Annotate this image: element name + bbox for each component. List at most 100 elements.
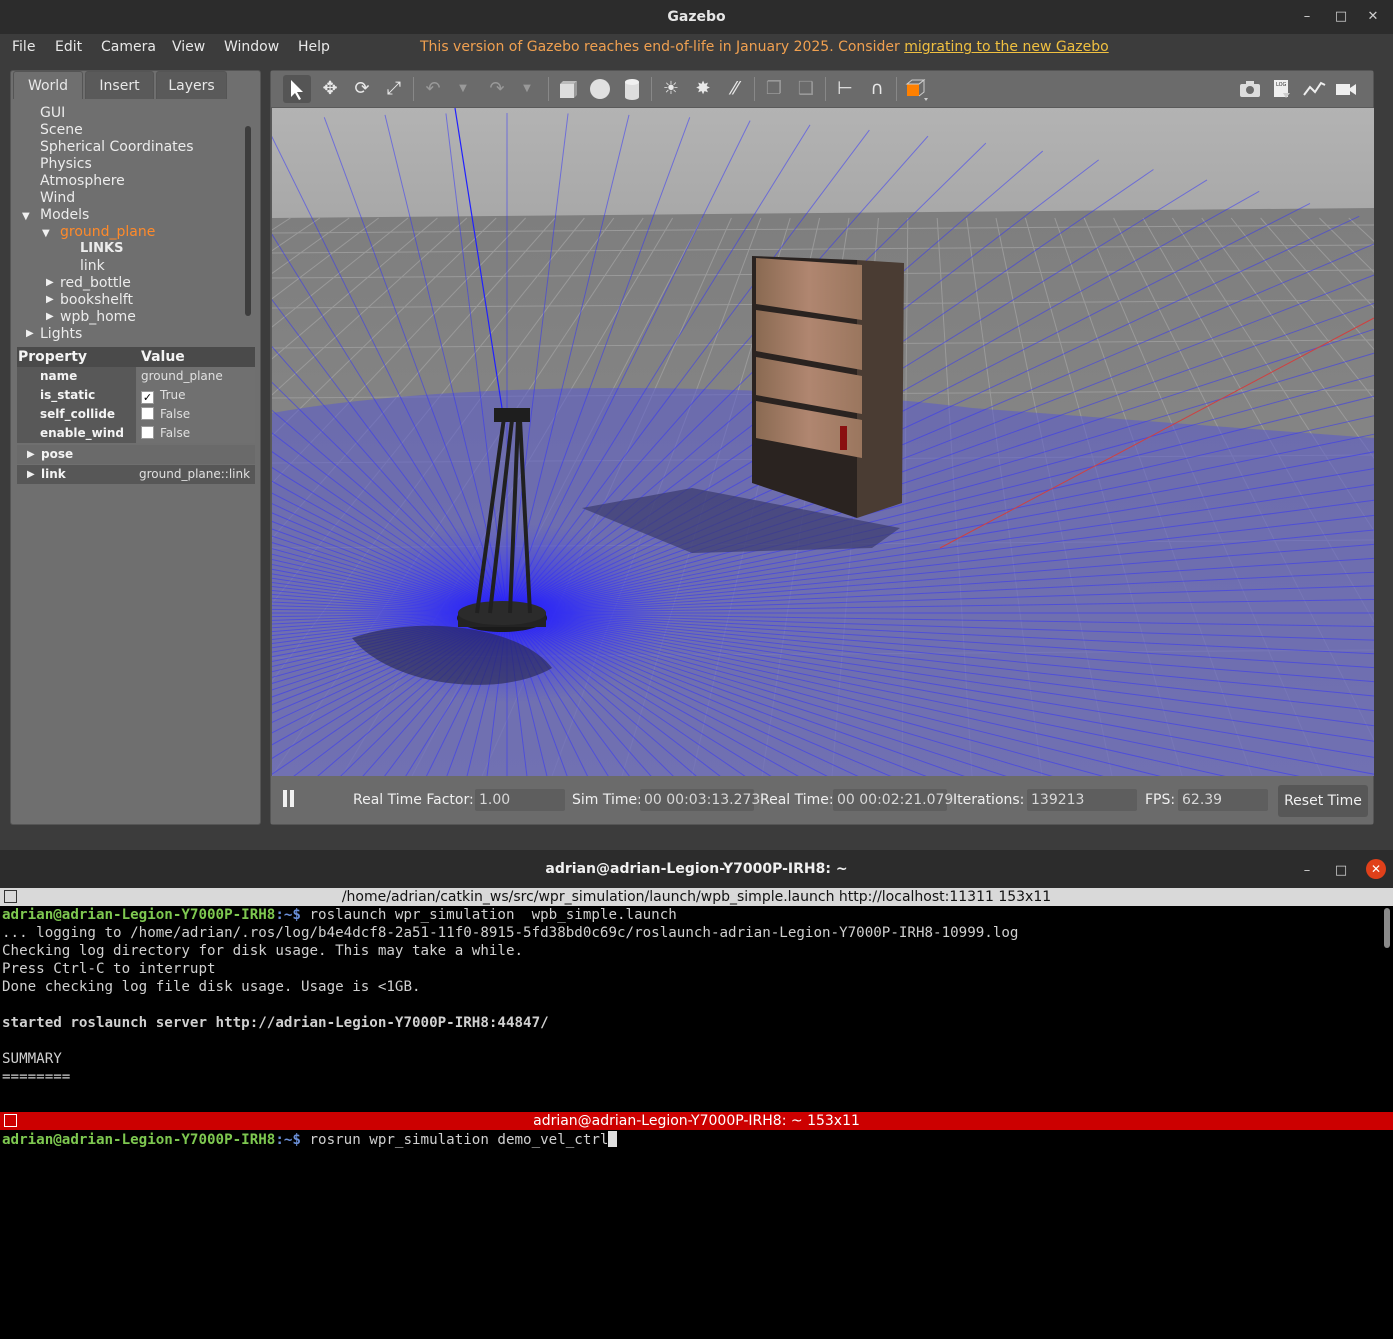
tab-layers[interactable]: Layers (156, 71, 227, 99)
menu-camera[interactable]: Camera (101, 39, 156, 55)
cylinder-shape-icon[interactable] (618, 75, 646, 103)
sphere-shape-icon[interactable] (586, 75, 614, 103)
terminal-pane-top[interactable]: adrian@adrian-Legion-Y7000P-IRH8:~$ rosl… (0, 906, 1383, 1110)
tree-ground-plane[interactable]: ground_plane (60, 224, 155, 240)
tree-physics[interactable]: Physics (40, 156, 92, 172)
tree-wpb-home[interactable]: wpb_home (60, 309, 136, 325)
bookshelf[interactable] (752, 256, 904, 518)
scene-viewport[interactable] (272, 108, 1374, 776)
prop-key: enable_wind (17, 424, 136, 443)
tree-bookshelft[interactable]: bookshelft (60, 292, 133, 308)
rtf-label: Real Time Factor: (353, 792, 474, 808)
iterations-label: Iterations: (953, 792, 1025, 808)
maximize-icon[interactable]: □ (1332, 862, 1350, 880)
world-tree: GUI Scene Spherical Coordinates Physics … (11, 99, 262, 344)
point-light-icon[interactable]: ☀ (657, 75, 685, 103)
prompt-user: adrian@adrian-Legion-Y7000P-IRH8 (2, 907, 276, 923)
prop-value: True (160, 388, 186, 402)
tab-world[interactable]: World (13, 71, 83, 99)
tree-red-bottle[interactable]: red_bottle (60, 275, 131, 291)
expand-arrow-right-icon[interactable]: ▶ (46, 311, 54, 322)
pane-menu-icon[interactable] (4, 1114, 17, 1127)
pane-menu-icon[interactable] (4, 890, 17, 903)
undo-icon[interactable]: ↶ (419, 75, 447, 103)
eol-notice: This version of Gazebo reaches end-of-li… (420, 39, 1109, 55)
redo-dropdown-icon[interactable]: ▼ (513, 75, 541, 103)
menu-edit[interactable]: Edit (55, 39, 82, 55)
checkbox-checked[interactable]: ✓ (141, 391, 154, 404)
property-header: Property Value (17, 347, 255, 367)
minimize-icon[interactable]: – (1298, 862, 1316, 880)
expand-arrow-right-icon[interactable]: ▶ (27, 469, 35, 480)
sky (272, 108, 1374, 218)
terminal-line: ... logging to /home/adrian/.ros/log/b4e… (2, 925, 1019, 941)
close-icon[interactable]: ✕ (1366, 859, 1386, 879)
checkbox-unchecked[interactable] (141, 426, 154, 439)
select-mode-icon[interactable] (283, 75, 311, 103)
tree-scene[interactable]: Scene (40, 122, 83, 138)
sim-time-label: Sim Time: (572, 792, 642, 808)
terminal-title-bar: adrian@adrian-Legion-Y7000P-IRH8: ~ (0, 850, 1393, 888)
view-angle-icon[interactable] (902, 75, 930, 103)
terminal-line: Press Ctrl-C to interrupt (2, 961, 216, 977)
video-record-icon[interactable] (1332, 75, 1360, 103)
directional-light-icon[interactable]: ⁄⁄ (721, 75, 749, 103)
prop-row-link[interactable]: ▶ link ground_plane::link (17, 465, 255, 484)
screenshot-icon[interactable] (1236, 75, 1264, 103)
plot-icon[interactable] (1300, 75, 1328, 103)
snap-icon[interactable]: ∩ (863, 75, 891, 103)
tree-wind[interactable]: Wind (40, 190, 75, 206)
expand-arrow-down-icon[interactable]: ▼ (42, 228, 50, 239)
undo-dropdown-icon[interactable]: ▼ (449, 75, 477, 103)
menu-view[interactable]: View (172, 39, 205, 55)
redo-icon[interactable]: ↷ (483, 75, 511, 103)
expand-arrow-right-icon[interactable]: ▶ (26, 328, 34, 339)
tree-scrollbar[interactable] (245, 126, 251, 316)
expand-arrow-right-icon[interactable]: ▶ (27, 449, 35, 460)
terminal-pane-bottom[interactable]: adrian@adrian-Legion-Y7000P-IRH8:~$ rosr… (0, 1130, 1393, 1339)
log-icon[interactable]: LOG (1268, 75, 1296, 103)
expand-arrow-right-icon[interactable]: ▶ (46, 294, 54, 305)
maximize-icon[interactable]: □ (1332, 8, 1350, 26)
reset-time-button[interactable]: Reset Time (1278, 785, 1368, 817)
close-icon[interactable]: ✕ (1364, 8, 1382, 26)
render-panel: ✥ ⟳ ⤢ ↶ ▼ ↷ ▼ ☀ ✸ ⁄⁄ ❐ ❑ ⊢ ∩ LOG Real Ti… (270, 70, 1374, 825)
expand-arrow-right-icon[interactable]: ▶ (46, 277, 54, 288)
terminal-line: adrian@adrian-Legion-Y7000P-IRH8:~$ rosr… (2, 1131, 618, 1148)
prop-key: pose (41, 447, 74, 461)
box-shape-icon[interactable] (554, 75, 582, 103)
eol-link[interactable]: migrating to the new Gazebo (904, 39, 1109, 55)
tree-link[interactable]: link (80, 258, 105, 274)
copy-icon[interactable]: ❐ (760, 75, 788, 103)
tree-spherical[interactable]: Spherical Coordinates (40, 139, 194, 155)
pause-icon[interactable] (281, 790, 297, 808)
prop-row-pose[interactable]: ▶ pose (17, 445, 255, 464)
terminal-line: Checking log directory for disk usage. T… (2, 943, 524, 959)
tree-models[interactable]: Models (40, 207, 89, 223)
tree-gui[interactable]: GUI (40, 105, 65, 121)
rotate-mode-icon[interactable]: ⟳ (348, 75, 376, 103)
spot-light-icon[interactable]: ✸ (689, 75, 717, 103)
tree-atmosphere[interactable]: Atmosphere (40, 173, 125, 189)
translate-mode-icon[interactable]: ✥ (316, 75, 344, 103)
prop-value[interactable]: ground_plane (137, 367, 255, 386)
scale-mode-icon[interactable]: ⤢ (380, 75, 408, 103)
paste-icon[interactable]: ❑ (792, 75, 820, 103)
red-bottle[interactable] (840, 426, 847, 450)
window-title: Gazebo (667, 9, 726, 25)
checkbox-unchecked[interactable] (141, 407, 154, 420)
menu-file[interactable]: File (12, 39, 35, 55)
minimize-icon[interactable]: – (1298, 8, 1316, 26)
eol-text: This version of Gazebo reaches end-of-li… (420, 39, 905, 55)
expand-arrow-down-icon[interactable]: ▼ (22, 211, 30, 222)
terminal-line: ======== (2, 1069, 71, 1085)
terminal-scrollbar[interactable] (1384, 908, 1390, 948)
menu-window[interactable]: Window (224, 39, 279, 55)
pane-title: adrian@adrian-Legion-Y7000P-IRH8: ~ 153x… (533, 1113, 860, 1129)
align-icon[interactable]: ⊢ (831, 75, 859, 103)
left-panel: World Insert Layers GUI Scene Spherical … (10, 70, 261, 825)
tab-insert[interactable]: Insert (85, 71, 154, 99)
menu-help[interactable]: Help (298, 39, 330, 55)
gazebo-title-bar: Gazebo (0, 0, 1393, 34)
tree-lights[interactable]: Lights (40, 326, 82, 342)
